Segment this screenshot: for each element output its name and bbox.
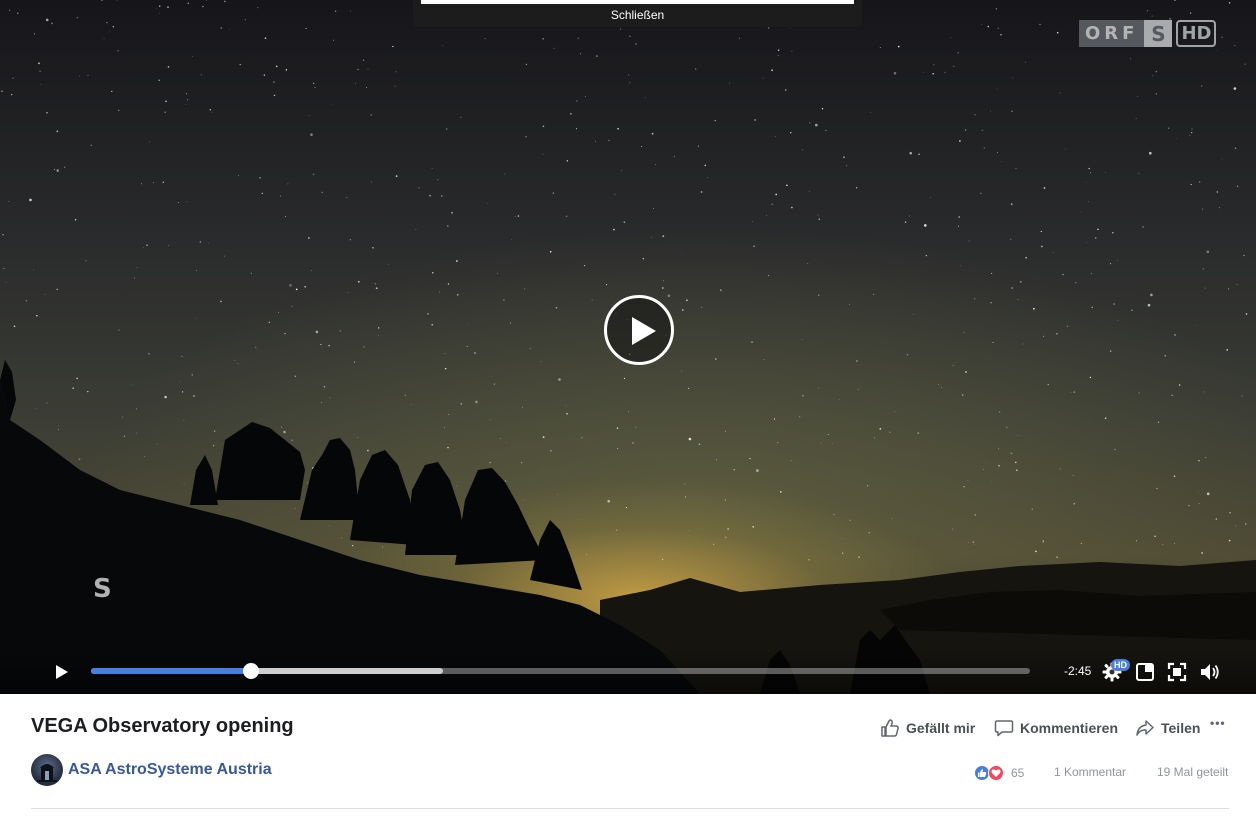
logo-hd: HD (1176, 20, 1217, 47)
progress-thumb[interactable] (242, 663, 259, 679)
thumbs-up-icon (881, 719, 899, 737)
close-button[interactable]: Schließen (413, 8, 862, 22)
like-label: Gefällt mir (906, 720, 976, 736)
broadcaster-logo: ORF S HD (1079, 20, 1217, 47)
comment-button[interactable]: Kommentieren (994, 718, 1118, 738)
observatory-icon (37, 764, 57, 782)
comment-icon (994, 720, 1014, 737)
progress-bar[interactable] (91, 663, 1030, 679)
logo-orf: ORF (1079, 20, 1145, 47)
avatar[interactable] (31, 754, 63, 786)
share-icon (1136, 720, 1154, 736)
player-controls: -2:45 HD (0, 650, 1256, 694)
video-title: VEGA Observatory opening (31, 715, 294, 737)
share-label: Teilen (1161, 720, 1201, 736)
share-button[interactable]: Teilen (1135, 718, 1200, 738)
page-name-link[interactable]: ASA AstroSysteme Austria (68, 761, 272, 779)
overlay-strip (421, 0, 854, 4)
fullscreen-icon[interactable] (1166, 661, 1188, 683)
picture-in-picture-icon[interactable] (1134, 661, 1156, 683)
reaction-count[interactable]: 65 (1011, 766, 1024, 780)
progress-played (91, 668, 251, 674)
love-reaction-icon (988, 765, 1004, 781)
more-icon: ••• (1210, 716, 1226, 730)
time-remaining: -2:45 (1064, 664, 1092, 678)
logo-s: S (1144, 20, 1173, 47)
like-button[interactable]: Gefällt mir (880, 718, 975, 738)
more-button[interactable]: ••• (1210, 716, 1226, 730)
watermark-s: S (93, 574, 112, 604)
divider (31, 808, 1229, 809)
big-play-button[interactable] (604, 295, 674, 365)
volume-icon[interactable] (1199, 661, 1221, 683)
comment-count[interactable]: 1 Kommentar (1054, 765, 1126, 783)
comment-label: Kommentieren (1020, 720, 1119, 736)
play-icon[interactable] (53, 663, 71, 681)
page-info: ASA AstroSysteme Austria (31, 754, 272, 786)
video-player[interactable]: Schließen ORF S HD S -2:45 HD (0, 0, 1256, 694)
close-bar[interactable]: Schließen (413, 0, 862, 27)
share-count[interactable]: 19 Mal geteilt (1157, 765, 1228, 783)
reactions-summary[interactable]: 65 (974, 765, 1024, 781)
play-circle-icon (632, 317, 656, 345)
hd-badge: HD (1111, 659, 1130, 671)
